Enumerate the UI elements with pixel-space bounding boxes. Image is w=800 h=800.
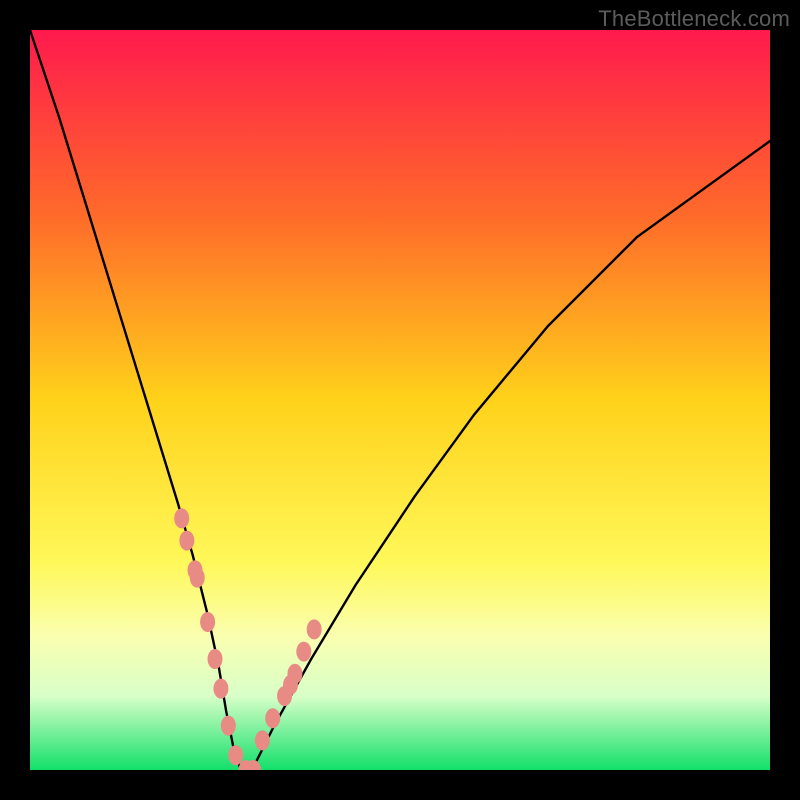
data-marker [296,642,311,662]
data-marker [190,568,205,588]
data-marker [200,612,215,632]
data-marker [265,708,280,728]
data-marker [213,679,228,699]
chart-svg [30,30,770,770]
data-marker [255,730,270,750]
data-marker [307,619,322,639]
watermark-text: TheBottleneck.com [598,6,790,32]
plot-area [30,30,770,770]
data-marker [221,716,236,736]
gradient-background [30,30,770,770]
data-marker [228,745,243,765]
data-marker [179,531,194,551]
outer-frame: TheBottleneck.com [0,0,800,800]
data-marker [208,649,223,669]
data-marker [174,508,189,528]
data-marker [287,664,302,684]
